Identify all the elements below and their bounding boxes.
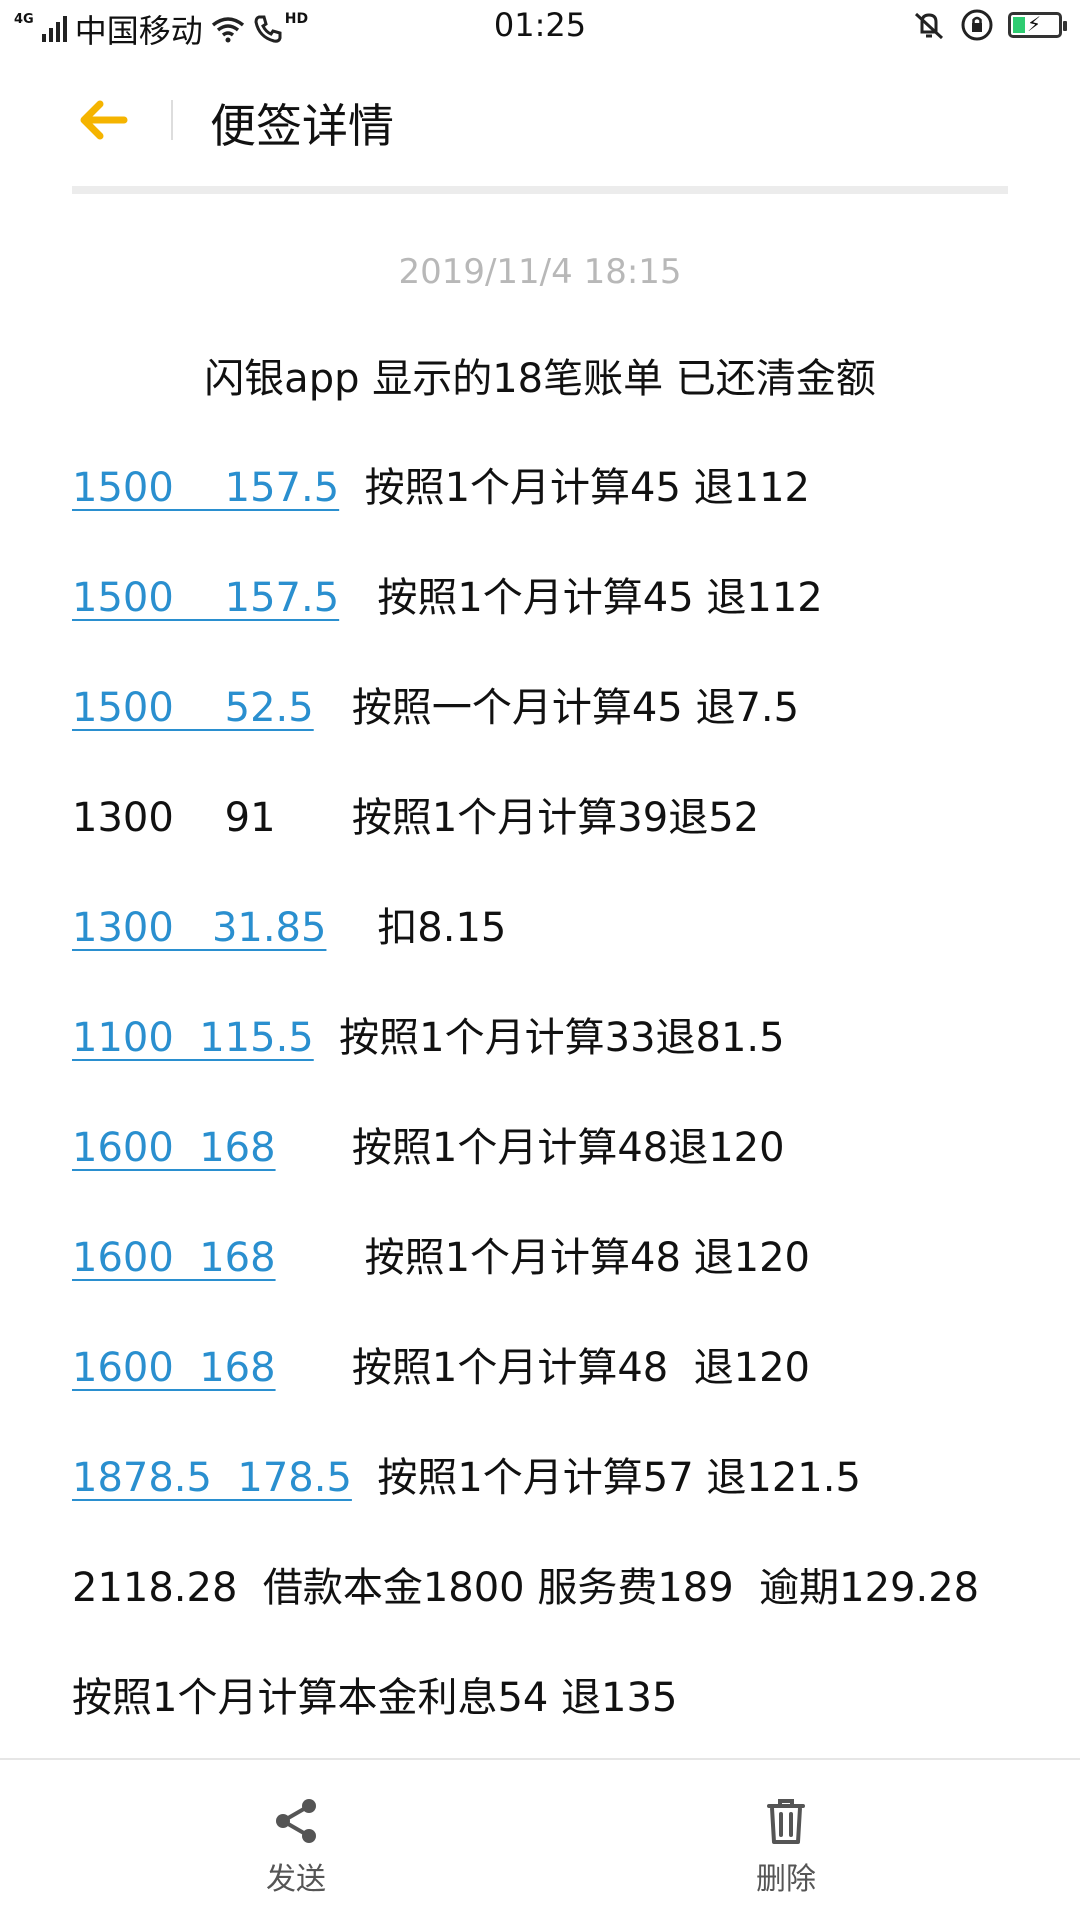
- rotation-lock-icon: [961, 9, 993, 41]
- trash-icon: [767, 1799, 805, 1844]
- note-line: 1100 115.5 按照1个月计算33退81.5: [72, 1012, 1032, 1122]
- note-line-text: 按照1个月计算57 退121.5: [351, 1455, 861, 1501]
- page-title: 便签详情: [210, 99, 394, 153]
- note-body: 1500 157.5 按照1个月计算45 退112 1500 157.5 按照1…: [72, 462, 1032, 1782]
- mute-vibrate-icon: [914, 12, 944, 40]
- note-line: 1600 168 按照1个月计算48退120: [72, 1122, 1032, 1232]
- share-icon: [276, 1799, 316, 1843]
- note-line: 1600 168 按照1个月计算48 退120: [72, 1232, 1032, 1342]
- note-line: 1600 168 按照1个月计算48 退120: [72, 1342, 1032, 1452]
- app-header: 便签详情: [0, 58, 1080, 188]
- note-line-text: 按照1个月计算本金利息54 退135: [72, 1675, 678, 1721]
- note-line: 1500 157.5 按照1个月计算45 退112: [72, 572, 1032, 682]
- note-link[interactable]: 1500 157.5: [72, 465, 339, 511]
- status-bar: 4G 中国移动 HD 01:25 ⚡: [0, 0, 1080, 58]
- note-date: 2019/11/4 18:15: [398, 252, 682, 292]
- note-line: 1300 91 按照1个月计算39退52: [72, 792, 1032, 902]
- send-label: 发送: [266, 1862, 326, 1897]
- note-link[interactable]: 1600 168: [72, 1125, 276, 1171]
- note-link[interactable]: 1600 168: [72, 1235, 276, 1281]
- send-button[interactable]: 发送: [226, 1796, 366, 1898]
- battery-icon: ⚡: [1008, 12, 1067, 38]
- note-link[interactable]: 1600 168: [72, 1345, 276, 1391]
- note-link[interactable]: 1878.5 178.5: [72, 1455, 352, 1501]
- note-line-text: 2118.28 借款本金1800 服务费189 逾期129.28: [72, 1565, 980, 1611]
- note-link[interactable]: 1500 157.5: [72, 575, 339, 621]
- note-line-text: 按照1个月计算48 退120: [275, 1235, 810, 1281]
- note-line-text: 按照1个月计算33退81.5: [313, 1015, 785, 1061]
- note-line-text: 扣8.15: [326, 905, 507, 951]
- note-heading: 闪银app 显示的18笔账单 已还清金额: [204, 356, 876, 402]
- bottom-toolbar: 发送 删除: [0, 1758, 1080, 1922]
- status-right: ⚡: [912, 8, 1067, 42]
- note-line-text: 按照一个月计算45 退7.5: [313, 685, 800, 731]
- header-divider: [171, 100, 173, 140]
- delete-button[interactable]: 删除: [716, 1796, 856, 1898]
- note-link[interactable]: 1100 115.5: [72, 1015, 314, 1061]
- note-link[interactable]: 1500 52.5: [72, 685, 314, 731]
- note-line-text: 按照1个月计算45 退112: [339, 575, 823, 621]
- note-line: 1500 157.5 按照1个月计算45 退112: [72, 462, 1032, 572]
- note-line: 2118.28 借款本金1800 服务费189 逾期129.28: [72, 1562, 1032, 1672]
- note-line: 1500 52.5 按照一个月计算45 退7.5: [72, 682, 1032, 792]
- note-line-text: 按照1个月计算48退120: [275, 1125, 785, 1171]
- note-line-text: 按照1个月计算45 退112: [339, 465, 811, 511]
- note-line: 1300 31.85 扣8.15: [72, 902, 1032, 1012]
- note-line-text: 按照1个月计算48 退120: [275, 1345, 810, 1391]
- header-underline: [72, 186, 1008, 194]
- note-line: 1878.5 178.5 按照1个月计算57 退121.5: [72, 1452, 1032, 1562]
- arrow-left-icon[interactable]: [74, 98, 134, 142]
- note-link[interactable]: 1300 31.85: [72, 905, 326, 951]
- delete-label: 删除: [756, 1862, 816, 1897]
- note-line-text: 1300 91 按照1个月计算39退52: [72, 795, 760, 841]
